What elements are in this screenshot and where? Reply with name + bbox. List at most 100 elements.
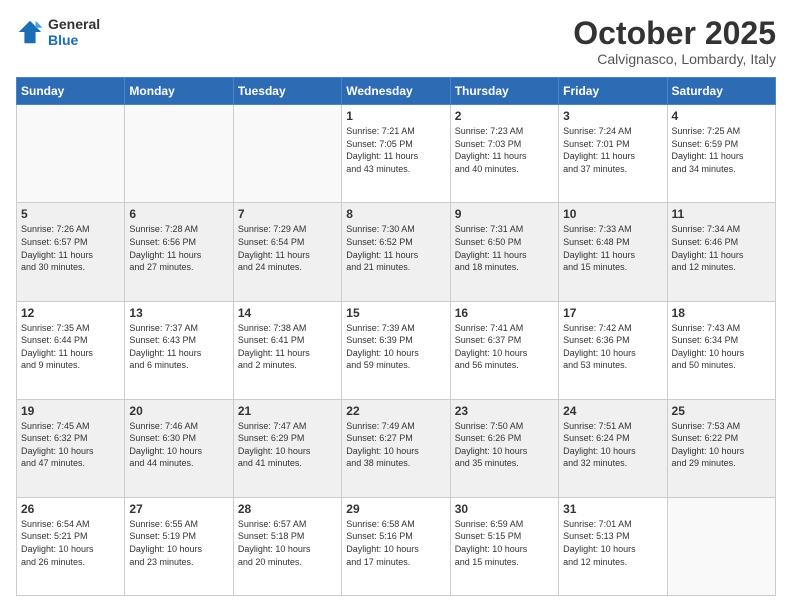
calendar-cell bbox=[17, 105, 125, 203]
day-info: Sunrise: 7:38 AM Sunset: 6:41 PM Dayligh… bbox=[238, 322, 337, 372]
header-row: SundayMondayTuesdayWednesdayThursdayFrid… bbox=[17, 78, 776, 105]
title-block: October 2025 Calvignasco, Lombardy, Ital… bbox=[573, 16, 776, 67]
day-info: Sunrise: 7:21 AM Sunset: 7:05 PM Dayligh… bbox=[346, 125, 445, 175]
calendar-cell: 27 Sunrise: 6:55 AM Sunset: 5:19 PM Dayli… bbox=[125, 497, 233, 595]
day-number: 17 bbox=[563, 306, 662, 320]
day-info: Sunrise: 7:25 AM Sunset: 6:59 PM Dayligh… bbox=[672, 125, 771, 175]
calendar-cell: 24 Sunrise: 7:51 AM Sunset: 6:24 PM Dayli… bbox=[559, 399, 667, 497]
day-info: Sunrise: 7:35 AM Sunset: 6:44 PM Dayligh… bbox=[21, 322, 120, 372]
calendar-cell: 17 Sunrise: 7:42 AM Sunset: 6:36 PM Dayli… bbox=[559, 301, 667, 399]
calendar-cell: 16 Sunrise: 7:41 AM Sunset: 6:37 PM Dayli… bbox=[450, 301, 558, 399]
day-info: Sunrise: 7:30 AM Sunset: 6:52 PM Dayligh… bbox=[346, 223, 445, 273]
calendar-cell: 28Sunrise: 6:57 AM Sunset: 5:18 PM Dayli… bbox=[233, 497, 341, 595]
logo-text: General Blue bbox=[48, 16, 100, 48]
header-cell-saturday: Saturday bbox=[667, 78, 775, 105]
logo: General Blue bbox=[16, 16, 100, 48]
day-info: Sunrise: 7:24 AM Sunset: 7:01 PM Dayligh… bbox=[563, 125, 662, 175]
day-number: 22 bbox=[346, 404, 445, 418]
day-number: 19 bbox=[21, 404, 120, 418]
day-info: Sunrise: 7:26 AM Sunset: 6:57 PM Dayligh… bbox=[21, 223, 120, 273]
day-number: 30 bbox=[455, 502, 554, 516]
header-cell-monday: Monday bbox=[125, 78, 233, 105]
header-cell-thursday: Thursday bbox=[450, 78, 558, 105]
day-info: Sunrise: 7:23 AM Sunset: 7:03 PM Dayligh… bbox=[455, 125, 554, 175]
day-info: Sunrise: 7:31 AM Sunset: 6:50 PM Dayligh… bbox=[455, 223, 554, 273]
week-row-1: 5 Sunrise: 7:26 AM Sunset: 6:57 PM Daylig… bbox=[17, 203, 776, 301]
day-info: Sunrise: 7:47 AM Sunset: 6:29 PM Dayligh… bbox=[238, 420, 337, 470]
calendar-cell: 21 Sunrise: 7:47 AM Sunset: 6:29 PM Dayli… bbox=[233, 399, 341, 497]
week-row-2: 12 Sunrise: 7:35 AM Sunset: 6:44 PM Dayli… bbox=[17, 301, 776, 399]
calendar-cell: 7Sunrise: 7:29 AM Sunset: 6:54 PM Daylig… bbox=[233, 203, 341, 301]
day-number: 24 bbox=[563, 404, 662, 418]
day-info: Sunrise: 6:59 AM Sunset: 5:15 PM Dayligh… bbox=[455, 518, 554, 568]
day-info: Sunrise: 6:54 AM Sunset: 5:21 PM Dayligh… bbox=[21, 518, 120, 568]
calendar-cell: 23 Sunrise: 7:50 AM Sunset: 6:26 PM Dayli… bbox=[450, 399, 558, 497]
calendar-cell: 19 Sunrise: 7:45 AM Sunset: 6:32 PM Dayli… bbox=[17, 399, 125, 497]
day-info: Sunrise: 7:50 AM Sunset: 6:26 PM Dayligh… bbox=[455, 420, 554, 470]
day-number: 6 bbox=[129, 207, 228, 221]
day-info: Sunrise: 7:41 AM Sunset: 6:37 PM Dayligh… bbox=[455, 322, 554, 372]
day-info: Sunrise: 7:42 AM Sunset: 6:36 PM Dayligh… bbox=[563, 322, 662, 372]
day-info: Sunrise: 7:01 AM Sunset: 5:13 PM Dayligh… bbox=[563, 518, 662, 568]
day-info: Sunrise: 7:33 AM Sunset: 6:48 PM Dayligh… bbox=[563, 223, 662, 273]
day-number: 11 bbox=[672, 207, 771, 221]
day-info: Sunrise: 7:45 AM Sunset: 6:32 PM Dayligh… bbox=[21, 420, 120, 470]
day-info: Sunrise: 7:49 AM Sunset: 6:27 PM Dayligh… bbox=[346, 420, 445, 470]
header-cell-friday: Friday bbox=[559, 78, 667, 105]
calendar-cell: 26Sunrise: 6:54 AM Sunset: 5:21 PM Dayli… bbox=[17, 497, 125, 595]
calendar-cell bbox=[667, 497, 775, 595]
day-number: 1 bbox=[346, 109, 445, 123]
day-number: 15 bbox=[346, 306, 445, 320]
day-info: Sunrise: 7:29 AM Sunset: 6:54 PM Dayligh… bbox=[238, 223, 337, 273]
week-row-0: 1 Sunrise: 7:21 AM Sunset: 7:05 PM Daylig… bbox=[17, 105, 776, 203]
day-number: 20 bbox=[129, 404, 228, 418]
day-info: Sunrise: 6:57 AM Sunset: 5:18 PM Dayligh… bbox=[238, 518, 337, 568]
day-number: 2 bbox=[455, 109, 554, 123]
day-number: 29 bbox=[346, 502, 445, 516]
day-number: 12 bbox=[21, 306, 120, 320]
header-cell-sunday: Sunday bbox=[17, 78, 125, 105]
day-info: Sunrise: 6:55 AM Sunset: 5:19 PM Dayligh… bbox=[129, 518, 228, 568]
calendar: SundayMondayTuesdayWednesdayThursdayFrid… bbox=[16, 77, 776, 596]
header-cell-wednesday: Wednesday bbox=[342, 78, 450, 105]
day-number: 10 bbox=[563, 207, 662, 221]
calendar-cell: 2 Sunrise: 7:23 AM Sunset: 7:03 PM Daylig… bbox=[450, 105, 558, 203]
day-info: Sunrise: 7:28 AM Sunset: 6:56 PM Dayligh… bbox=[129, 223, 228, 273]
calendar-cell: 3 Sunrise: 7:24 AM Sunset: 7:01 PM Daylig… bbox=[559, 105, 667, 203]
day-info: Sunrise: 7:39 AM Sunset: 6:39 PM Dayligh… bbox=[346, 322, 445, 372]
day-number: 27 bbox=[129, 502, 228, 516]
day-info: Sunrise: 7:46 AM Sunset: 6:30 PM Dayligh… bbox=[129, 420, 228, 470]
page: General Blue October 2025 Calvignasco, L… bbox=[0, 0, 792, 612]
day-info: Sunrise: 7:51 AM Sunset: 6:24 PM Dayligh… bbox=[563, 420, 662, 470]
logo-icon bbox=[16, 18, 44, 46]
header: General Blue October 2025 Calvignasco, L… bbox=[16, 16, 776, 67]
calendar-cell: 30 Sunrise: 6:59 AM Sunset: 5:15 PM Dayli… bbox=[450, 497, 558, 595]
month-title: October 2025 bbox=[573, 16, 776, 51]
day-info: Sunrise: 6:58 AM Sunset: 5:16 PM Dayligh… bbox=[346, 518, 445, 568]
calendar-cell: 14Sunrise: 7:38 AM Sunset: 6:41 PM Dayli… bbox=[233, 301, 341, 399]
calendar-cell: 25Sunrise: 7:53 AM Sunset: 6:22 PM Dayli… bbox=[667, 399, 775, 497]
day-number: 13 bbox=[129, 306, 228, 320]
day-number: 3 bbox=[563, 109, 662, 123]
day-number: 8 bbox=[346, 207, 445, 221]
calendar-cell: 15 Sunrise: 7:39 AM Sunset: 6:39 PM Dayli… bbox=[342, 301, 450, 399]
day-number: 16 bbox=[455, 306, 554, 320]
day-number: 23 bbox=[455, 404, 554, 418]
day-number: 25 bbox=[672, 404, 771, 418]
calendar-cell: 11 Sunrise: 7:34 AM Sunset: 6:46 PM Dayli… bbox=[667, 203, 775, 301]
calendar-cell: 1 Sunrise: 7:21 AM Sunset: 7:05 PM Daylig… bbox=[342, 105, 450, 203]
day-number: 9 bbox=[455, 207, 554, 221]
calendar-cell: 13Sunrise: 7:37 AM Sunset: 6:43 PM Dayli… bbox=[125, 301, 233, 399]
calendar-cell: 10 Sunrise: 7:33 AM Sunset: 6:48 PM Dayli… bbox=[559, 203, 667, 301]
calendar-cell: 8 Sunrise: 7:30 AM Sunset: 6:52 PM Daylig… bbox=[342, 203, 450, 301]
calendar-cell: 12 Sunrise: 7:35 AM Sunset: 6:44 PM Dayli… bbox=[17, 301, 125, 399]
location: Calvignasco, Lombardy, Italy bbox=[573, 51, 776, 67]
day-number: 5 bbox=[21, 207, 120, 221]
calendar-cell: 31Sunrise: 7:01 AM Sunset: 5:13 PM Dayli… bbox=[559, 497, 667, 595]
calendar-cell: 6 Sunrise: 7:28 AM Sunset: 6:56 PM Daylig… bbox=[125, 203, 233, 301]
calendar-cell bbox=[233, 105, 341, 203]
calendar-cell: 18Sunrise: 7:43 AM Sunset: 6:34 PM Dayli… bbox=[667, 301, 775, 399]
day-number: 18 bbox=[672, 306, 771, 320]
day-info: Sunrise: 7:34 AM Sunset: 6:46 PM Dayligh… bbox=[672, 223, 771, 273]
day-number: 21 bbox=[238, 404, 337, 418]
